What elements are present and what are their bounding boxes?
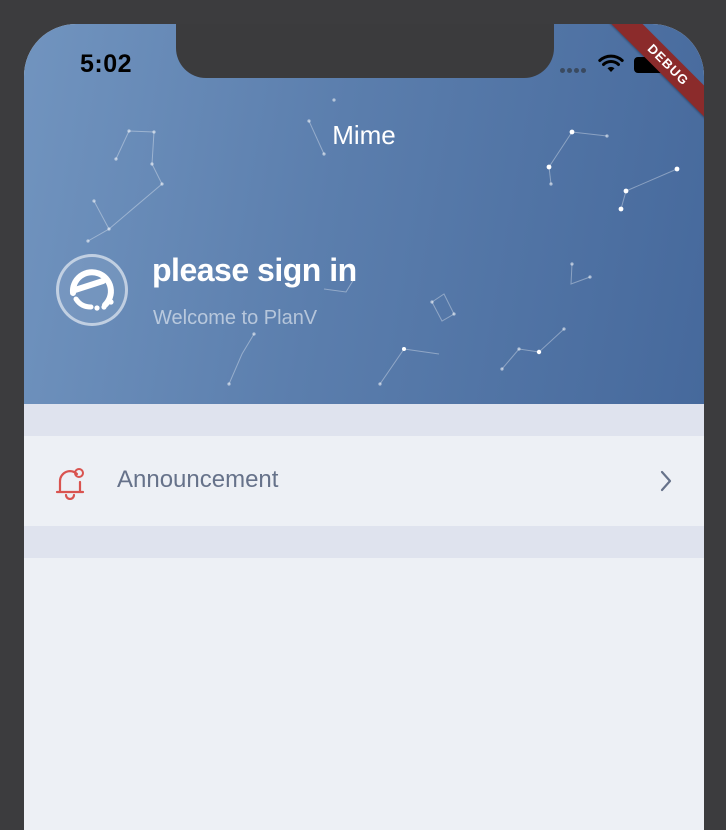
app-screen: 5:02 DEBUG Mime please sign in Welcome t… (24, 24, 704, 830)
sign-in-prompt[interactable]: please sign in (152, 252, 357, 289)
announcement-row[interactable]: Announcement (24, 436, 704, 526)
welcome-subtitle: Welcome to PlanV (153, 307, 318, 329)
signal-icon (560, 68, 588, 73)
planv-logo-icon (69, 269, 114, 311)
section-divider (24, 526, 704, 558)
constellation-background (86, 98, 680, 386)
empty-content-area (24, 558, 704, 830)
profile-header: 5:02 DEBUG Mime please sign in Welcome t… (24, 24, 704, 404)
status-time: 5:02 (80, 50, 133, 78)
wifi-icon (598, 54, 624, 72)
device-frame: 5:02 DEBUG Mime please sign in Welcome t… (0, 0, 726, 830)
page-title: Mime (332, 120, 396, 150)
announcement-label: Announcement (117, 466, 279, 493)
avatar[interactable] (56, 254, 128, 326)
device-notch (176, 24, 554, 78)
chevron-right-icon (660, 470, 672, 492)
section-divider (24, 404, 704, 436)
bell-icon (55, 468, 85, 500)
